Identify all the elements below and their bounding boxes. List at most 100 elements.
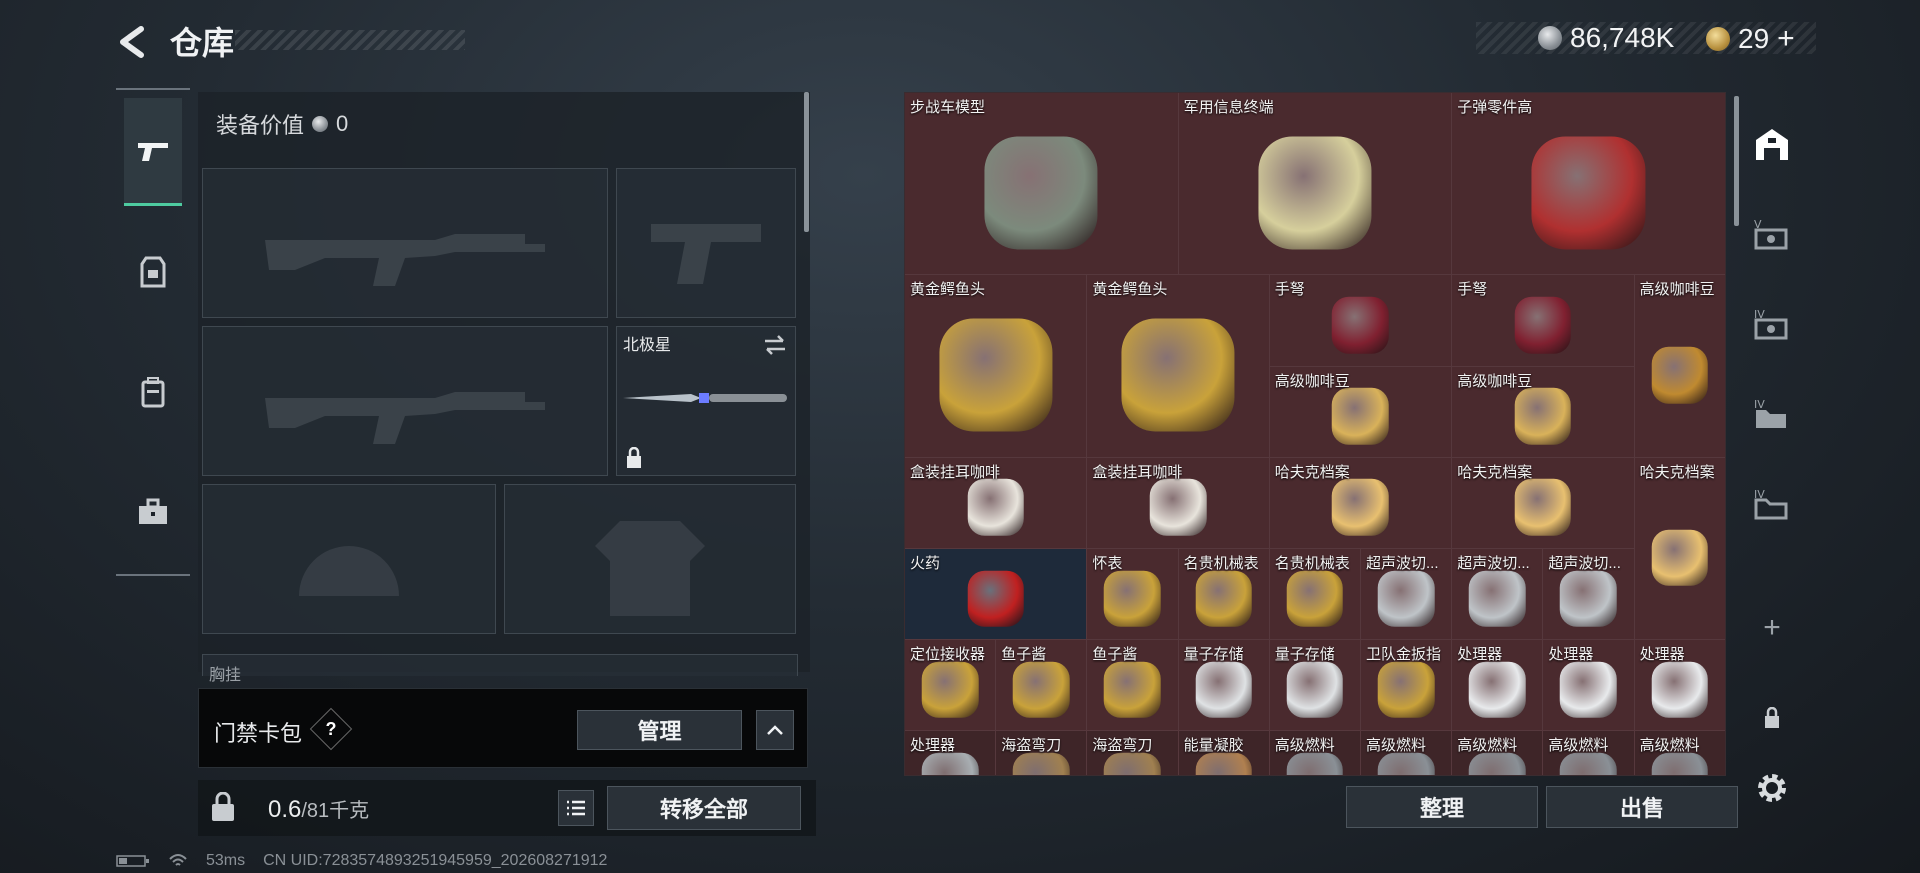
- item-cell[interactable]: 火药: [905, 549, 1088, 641]
- helmet-silhouette-icon: [299, 546, 399, 597]
- tab-backpack[interactable]: [124, 338, 182, 446]
- item-cell[interactable]: 军用信息终端: [1178, 93, 1453, 276]
- item-cell[interactable]: 超声波切...: [1452, 549, 1544, 641]
- storage-v-icon: V: [1754, 218, 1788, 250]
- item-cell[interactable]: 处理器: [1452, 640, 1544, 732]
- item-name: 量子存储: [1274, 646, 1335, 664]
- storage-tab-iv-a[interactable]: IV: [1742, 294, 1802, 354]
- item-name: 处理器: [910, 737, 956, 755]
- item-cell[interactable]: 盒装挂耳咖啡: [1087, 457, 1270, 549]
- storage-tab-iv-b[interactable]: IV: [1742, 384, 1802, 444]
- item-name: 超声波切...: [1548, 555, 1621, 572]
- item-image: [1286, 752, 1344, 775]
- item-cell[interactable]: 手弩: [1452, 275, 1635, 367]
- item-cell[interactable]: 卫队金扳指: [1361, 640, 1453, 732]
- item-cell[interactable]: 高级燃料: [1269, 731, 1361, 775]
- silver-amount: 86,748K: [1570, 22, 1675, 53]
- equipment-scrollbar[interactable]: [804, 92, 809, 232]
- lock-storage-button[interactable]: [1742, 688, 1802, 748]
- sort-button[interactable]: 整理: [1346, 786, 1538, 828]
- item-name: 军用信息终端: [1183, 99, 1274, 116]
- melee-slot[interactable]: 北极星: [616, 326, 796, 476]
- item-cell[interactable]: 鱼子酱: [1087, 640, 1179, 732]
- tab-vest[interactable]: [124, 218, 182, 326]
- tab-case[interactable]: [124, 458, 182, 566]
- item-name: 哈夫克档案: [1274, 463, 1350, 481]
- item-cell[interactable]: 子弹零件高: [1452, 93, 1725, 276]
- rifle-silhouette-icon: [265, 392, 545, 445]
- add-storage-button[interactable]: +: [1742, 598, 1802, 658]
- item-cell[interactable]: 高级咖啡豆: [1634, 275, 1725, 458]
- item-cell[interactable]: 黄金鳄鱼头: [905, 275, 1088, 458]
- item-image: [921, 752, 979, 775]
- item-cell[interactable]: 海盗弯刀: [996, 731, 1088, 775]
- item-image: [1469, 752, 1526, 775]
- item-cell[interactable]: 能量凝胶: [1178, 731, 1270, 775]
- item-cell[interactable]: 处理器: [905, 731, 997, 775]
- item-image: [1651, 529, 1708, 586]
- item-image: [1377, 570, 1435, 627]
- item-cell[interactable]: 高级燃料: [1361, 731, 1453, 775]
- item-image: [1104, 752, 1161, 775]
- item-image: [1531, 136, 1646, 250]
- transfer-all-button[interactable]: 转移全部: [607, 786, 801, 830]
- armor-silhouette-icon: [595, 521, 705, 617]
- item-cell[interactable]: 量子存储: [1178, 640, 1270, 732]
- item-cell[interactable]: 手弩: [1269, 275, 1453, 367]
- item-cell[interactable]: 超声波切...: [1361, 549, 1453, 641]
- item-cell[interactable]: 哈夫克档案: [1634, 457, 1725, 641]
- item-cell[interactable]: 鱼子酱: [996, 640, 1088, 732]
- silver-coin-icon: [1538, 26, 1562, 50]
- tab-weapons[interactable]: [124, 98, 182, 206]
- item-cell[interactable]: 盒装挂耳咖啡: [905, 457, 1088, 549]
- storage-tab-main[interactable]: [1742, 114, 1802, 174]
- list-view-button[interactable]: [558, 790, 594, 826]
- item-cell[interactable]: 名贵机械表: [1269, 549, 1361, 641]
- item-cell[interactable]: 高级咖啡豆: [1269, 366, 1453, 458]
- item-cell[interactable]: 高级燃料: [1543, 731, 1635, 775]
- add-gold-button[interactable]: +: [1777, 22, 1795, 56]
- manage-button[interactable]: 管理: [577, 710, 742, 750]
- item-cell[interactable]: 定位接收器: [905, 640, 997, 732]
- item-cell[interactable]: 处理器: [1543, 640, 1635, 732]
- primary-weapon-slot[interactable]: [202, 168, 608, 318]
- collapse-button[interactable]: [756, 710, 794, 750]
- battery-icon: [116, 855, 149, 867]
- item-cell[interactable]: 量子存储: [1269, 640, 1361, 732]
- gold-coin-icon: [1706, 27, 1730, 51]
- item-cell[interactable]: 步战车模型: [905, 93, 1179, 276]
- item-name: 高级燃料: [1457, 737, 1518, 755]
- item-image: [967, 570, 1024, 627]
- item-name: 超声波切...: [1366, 555, 1439, 572]
- warehouse-scrollbar[interactable]: [1734, 96, 1739, 226]
- pistol-slot[interactable]: [616, 168, 796, 318]
- swap-icon[interactable]: [763, 335, 787, 355]
- item-cell[interactable]: 高级燃料: [1452, 731, 1544, 775]
- item-cell[interactable]: 处理器: [1634, 640, 1725, 732]
- storage-tab-iv-c[interactable]: IV: [1742, 474, 1802, 534]
- item-cell[interactable]: 高级燃料: [1634, 731, 1725, 775]
- lock-button[interactable]: [210, 791, 236, 827]
- storage-tab-v[interactable]: V: [1742, 204, 1802, 264]
- item-cell[interactable]: 高级咖啡豆: [1452, 366, 1635, 458]
- helmet-slot[interactable]: [202, 484, 496, 634]
- secondary-weapon-slot[interactable]: [202, 326, 608, 476]
- item-cell[interactable]: 海盗弯刀: [1087, 731, 1179, 775]
- item-name: 处理器: [1457, 646, 1503, 664]
- armor-slot[interactable]: [504, 484, 796, 634]
- back-button[interactable]: [112, 22, 152, 62]
- item-cell[interactable]: 黄金鳄鱼头: [1087, 275, 1270, 458]
- item-cell[interactable]: 名贵机械表: [1178, 549, 1270, 641]
- settings-button[interactable]: [1742, 758, 1802, 818]
- item-name: 子弹零件高: [1457, 99, 1533, 116]
- item-cell[interactable]: 哈夫克档案: [1452, 457, 1635, 549]
- item-image: [1121, 318, 1235, 432]
- item-name: 处理器: [1639, 646, 1685, 664]
- list-icon: [567, 800, 585, 816]
- item-cell[interactable]: 怀表: [1087, 549, 1179, 641]
- warehouse-icon: [1756, 129, 1788, 160]
- chest-rig-slot[interactable]: 胸挂: [202, 654, 798, 684]
- item-cell[interactable]: 超声波切...: [1543, 549, 1635, 641]
- sell-button[interactable]: 出售: [1546, 786, 1738, 828]
- item-cell[interactable]: 哈夫克档案: [1269, 457, 1453, 549]
